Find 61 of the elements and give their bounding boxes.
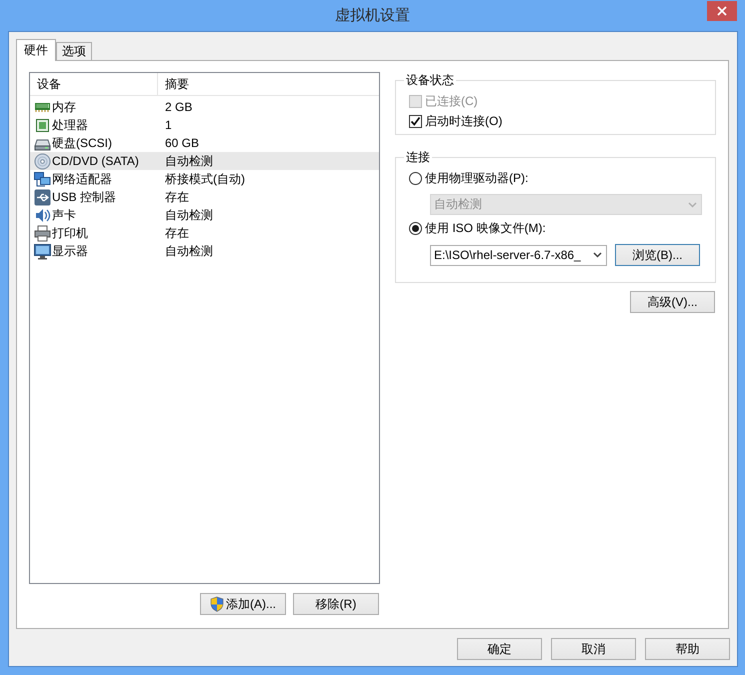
device-summary: 1 — [165, 118, 173, 132]
device-row[interactable]: 硬盘(SCSI) 60 GB — [30, 134, 379, 152]
tab[interactable]: 硬件 — [16, 39, 56, 61]
dropdown[interactable]: E:\ISO\rhel-server-6.7-x86_ — [430, 244, 607, 266]
caret-icon — [593, 252, 602, 258]
speaker-icon — [34, 206, 51, 224]
device-name: 内存 — [52, 98, 76, 116]
device-summary: 存在 — [165, 188, 190, 206]
device-name: USB 控制器 — [52, 188, 116, 206]
group-title: 设备状态 — [405, 72, 455, 89]
dialog-button[interactable]: 确定 — [457, 638, 542, 660]
checkbox-label: 已连接(C) — [425, 92, 478, 110]
device-name: 网络适配器 — [52, 170, 112, 188]
browse-button[interactable]: 浏览(B)... — [615, 244, 700, 266]
usb-icon — [34, 188, 51, 206]
device-row[interactable]: 显示器 自动检测 — [30, 242, 379, 260]
disc-icon — [34, 152, 51, 170]
dialog-button[interactable]: 取消 — [551, 638, 636, 660]
advanced-button[interactable]: 高级(V)... — [630, 291, 715, 313]
device-row[interactable]: USB 控制器 存在 — [30, 188, 379, 206]
device-summary: 桥接模式(自动) — [165, 170, 246, 188]
chip-icon — [34, 116, 51, 134]
device-summary: 2 GB — [165, 100, 194, 114]
device-summary: 自动检测 — [165, 152, 214, 170]
device-name: 处理器 — [52, 116, 88, 134]
device-row[interactable]: 声卡 自动检测 — [30, 206, 379, 224]
close-icon — [717, 6, 727, 16]
device-row[interactable]: 网络适配器 桥接模式(自动) — [30, 170, 379, 188]
device-row[interactable]: CD/DVD (SATA) 自动检测 — [30, 152, 379, 170]
close-button[interactable] — [707, 1, 737, 21]
window-title: 虚拟机设置 — [335, 6, 410, 25]
monitor-icon — [34, 242, 51, 260]
shield-icon — [210, 596, 224, 612]
tab[interactable]: 选项 — [56, 42, 92, 60]
network-icon — [34, 170, 51, 188]
device-row[interactable]: 处理器 1 — [30, 116, 379, 134]
checkbox-label: 启动时连接(O) — [425, 112, 502, 130]
column-header[interactable]: 摘要 — [158, 73, 379, 95]
radio-button[interactable] — [409, 222, 422, 234]
add-button[interactable]: 添加(A)... — [200, 593, 286, 615]
device-name: 打印机 — [52, 224, 88, 242]
dialog-button[interactable]: 帮助 — [645, 638, 730, 660]
column-header[interactable]: 设备 — [30, 73, 158, 95]
device-summary: 存在 — [165, 224, 190, 242]
remove-button[interactable]: 移除(R) — [293, 593, 379, 615]
caret-icon — [688, 202, 697, 208]
printer-icon — [34, 224, 51, 242]
radio-label: 使用物理驱动器(P): — [425, 170, 528, 186]
device-summary: 自动检测 — [165, 242, 214, 260]
device-name: 硬盘(SCSI) — [52, 134, 112, 152]
radio-label: 使用 ISO 映像文件(M): — [425, 220, 546, 236]
checkbox[interactable] — [409, 114, 422, 128]
device-name: 显示器 — [52, 242, 88, 260]
device-summary: 60 GB — [165, 136, 200, 150]
device-summary: 自动检测 — [165, 206, 214, 224]
device-row[interactable]: 打印机 存在 — [30, 224, 379, 242]
device-name: CD/DVD (SATA) — [52, 154, 139, 168]
group-title: 连接 — [405, 149, 431, 166]
radio-button[interactable] — [409, 172, 422, 184]
device-row[interactable]: 内存 2 GB — [30, 98, 379, 116]
device-name: 声卡 — [52, 206, 76, 224]
